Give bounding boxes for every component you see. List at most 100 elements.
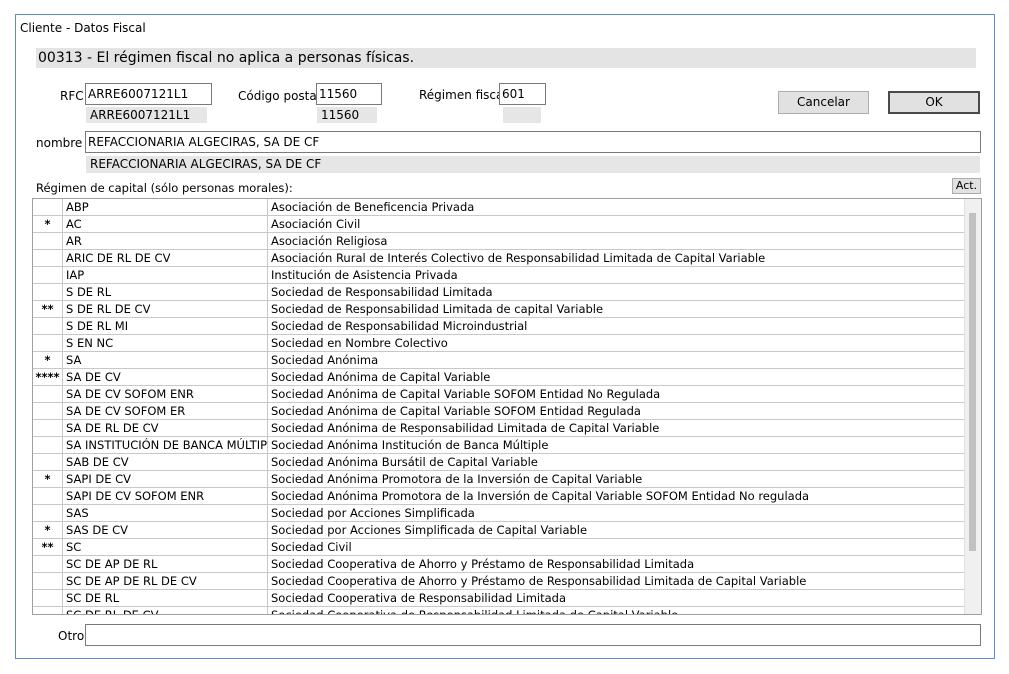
table-row[interactable]: SA DE RL DE CV Sociedad Anónima de Respon… — [33, 420, 981, 437]
act-button[interactable]: Act. — [952, 178, 981, 194]
table-row[interactable]: * SAS DE CV Sociedad por Acciones Simplifi… — [33, 522, 981, 539]
row-mark — [33, 437, 63, 453]
table-row[interactable]: * SAPI DE CV Sociedad Anónima Promotora de… — [33, 471, 981, 488]
row-mark: ** — [33, 539, 63, 555]
row-description: Asociación de Beneficencia Privada — [268, 199, 966, 215]
row-code: AC — [63, 216, 268, 232]
capital-label: Régimen de capital (sólo personas morale… — [36, 181, 293, 195]
otro-input[interactable] — [85, 624, 981, 646]
row-mark — [33, 590, 63, 606]
row-code: SAS DE CV — [63, 522, 268, 538]
row-mark — [33, 335, 63, 351]
row-description: Sociedad Cooperativa de Responsabilidad … — [268, 590, 966, 606]
row-description: Sociedad Civil — [268, 539, 966, 555]
table-row[interactable]: ARIC DE RL DE CV Asociación Rural de Inte… — [33, 250, 981, 267]
row-description: Sociedad Anónima de Responsabilidad Limi… — [268, 420, 966, 436]
row-code: IAP — [63, 267, 268, 283]
row-code: S EN NC — [63, 335, 268, 351]
row-code: ABP — [63, 199, 268, 215]
regimen-input[interactable]: 601 — [499, 83, 546, 105]
row-mark — [33, 454, 63, 470]
row-description: Sociedad en Nombre Colectivo — [268, 335, 966, 351]
row-mark — [33, 607, 63, 614]
row-mark — [33, 318, 63, 334]
table-row[interactable]: IAP Institución de Asistencia Privada — [33, 267, 981, 284]
vertical-scrollbar[interactable] — [964, 199, 981, 614]
row-code: SA — [63, 352, 268, 368]
row-code: SA DE CV SOFOM ER — [63, 403, 268, 419]
rfc-input[interactable]: ARRE6007121L1 — [85, 83, 212, 105]
table-row[interactable]: SC DE RL Sociedad Cooperativa de Responsa… — [33, 590, 981, 607]
table-row[interactable]: ** SC Sociedad Civil — [33, 539, 981, 556]
cp-echo: 11560 — [317, 107, 377, 123]
row-code: SAS — [63, 505, 268, 521]
table-row[interactable]: SC DE AP DE RL Sociedad Cooperativa de Ah… — [33, 556, 981, 573]
table-row[interactable]: SA DE CV SOFOM ENR Sociedad Anónima de Ca… — [33, 386, 981, 403]
row-description: Sociedad Anónima de Capital Variable SOF… — [268, 386, 966, 402]
row-mark — [33, 386, 63, 402]
row-description: Sociedad Anónima — [268, 352, 966, 368]
table-row[interactable]: ** S DE RL DE CV Sociedad de Responsabilid… — [33, 301, 981, 318]
row-code: SAPI DE CV — [63, 471, 268, 487]
row-description: Asociación Rural de Interés Colectivo de… — [268, 250, 966, 266]
row-description: Sociedad Anónima Institución de Banca Mú… — [268, 437, 966, 453]
row-mark — [33, 488, 63, 504]
table-row[interactable]: SAS Sociedad por Acciones Simplificada — [33, 505, 981, 522]
row-code: SC DE AP DE RL — [63, 556, 268, 572]
row-description: Sociedad Cooperativa de Responsabilidad … — [268, 607, 966, 614]
row-description: Asociación Civil — [268, 216, 966, 232]
nombre-echo: REFACCIONARIA ALGECIRAS, SA DE CF — [86, 156, 980, 173]
cp-input[interactable]: 11560 — [316, 83, 382, 105]
row-code: SC DE AP DE RL DE CV — [63, 573, 268, 589]
row-mark: * — [33, 471, 63, 487]
table-row[interactable]: SAB DE CV Sociedad Anónima Bursátil de Ca… — [33, 454, 981, 471]
row-mark: * — [33, 352, 63, 368]
row-code: SA DE CV — [63, 369, 268, 385]
row-description: Sociedad de Responsabilidad Limitada de … — [268, 301, 966, 317]
table-row[interactable]: S DE RL Sociedad de Responsabilidad Limit… — [33, 284, 981, 301]
regimen-echo — [503, 107, 541, 123]
row-description: Asociación Religiosa — [268, 233, 966, 249]
row-code: S DE RL MI — [63, 318, 268, 334]
table-row[interactable]: **** SA DE CV Sociedad Anónima de Capital … — [33, 369, 981, 386]
table-row[interactable]: S DE RL MI Sociedad de Responsabilidad Mi… — [33, 318, 981, 335]
datos-fiscal-dialog: Cliente - Datos Fiscal 00313 - El régime… — [15, 14, 995, 659]
row-code: SAB DE CV — [63, 454, 268, 470]
capital-table[interactable]: ABP Asociación de Beneficencia Privada * AC… — [32, 198, 982, 615]
row-mark — [33, 233, 63, 249]
table-row[interactable]: SA DE CV SOFOM ER Sociedad Anónima de Cap… — [33, 403, 981, 420]
table-row[interactable]: * AC Asociación Civil — [33, 216, 981, 233]
row-mark: * — [33, 522, 63, 538]
row-mark — [33, 267, 63, 283]
nombre-input[interactable]: REFACCIONARIA ALGECIRAS, SA DE CF — [85, 131, 981, 153]
row-code: S DE RL DE CV — [63, 301, 268, 317]
rfc-echo: ARRE6007121L1 — [86, 107, 207, 123]
row-mark — [33, 403, 63, 419]
row-description: Sociedad de Responsabilidad Limitada — [268, 284, 966, 300]
ok-button[interactable]: OK — [888, 91, 980, 114]
table-row[interactable]: SAPI DE CV SOFOM ENR Sociedad Anónima Pro… — [33, 488, 981, 505]
table-row[interactable]: SA INSTITUCIÓN DE BANCA MÚLTIPLE Sociedad… — [33, 437, 981, 454]
row-mark — [33, 284, 63, 300]
row-description: Institución de Asistencia Privada — [268, 267, 966, 283]
row-code: AR — [63, 233, 268, 249]
row-mark — [33, 556, 63, 572]
row-code: S DE RL — [63, 284, 268, 300]
row-mark — [33, 420, 63, 436]
scrollbar-thumb[interactable] — [969, 213, 976, 551]
row-description: Sociedad Cooperativa de Ahorro y Préstam… — [268, 573, 966, 589]
table-row[interactable]: AR Asociación Religiosa — [33, 233, 981, 250]
row-code: SA INSTITUCIÓN DE BANCA MÚLTIPLE — [63, 437, 268, 453]
row-description: Sociedad Anónima Bursátil de Capital Var… — [268, 454, 966, 470]
table-row[interactable]: SC DE RL DE CV Sociedad Cooperativa de Re… — [33, 607, 981, 614]
row-mark: * — [33, 216, 63, 232]
row-mark — [33, 573, 63, 589]
cancel-button[interactable]: Cancelar — [778, 91, 869, 114]
table-row[interactable]: * SA Sociedad Anónima — [33, 352, 981, 369]
row-description: Sociedad Anónima Promotora de la Inversi… — [268, 471, 966, 487]
table-row[interactable]: ABP Asociación de Beneficencia Privada — [33, 199, 981, 216]
table-row[interactable]: S EN NC Sociedad en Nombre Colectivo — [33, 335, 981, 352]
table-row[interactable]: SC DE AP DE RL DE CV Sociedad Cooperativa… — [33, 573, 981, 590]
error-banner: 00313 - El régimen fiscal no aplica a pe… — [36, 48, 976, 68]
capital-table-body: ABP Asociación de Beneficencia Privada * AC… — [33, 199, 981, 614]
